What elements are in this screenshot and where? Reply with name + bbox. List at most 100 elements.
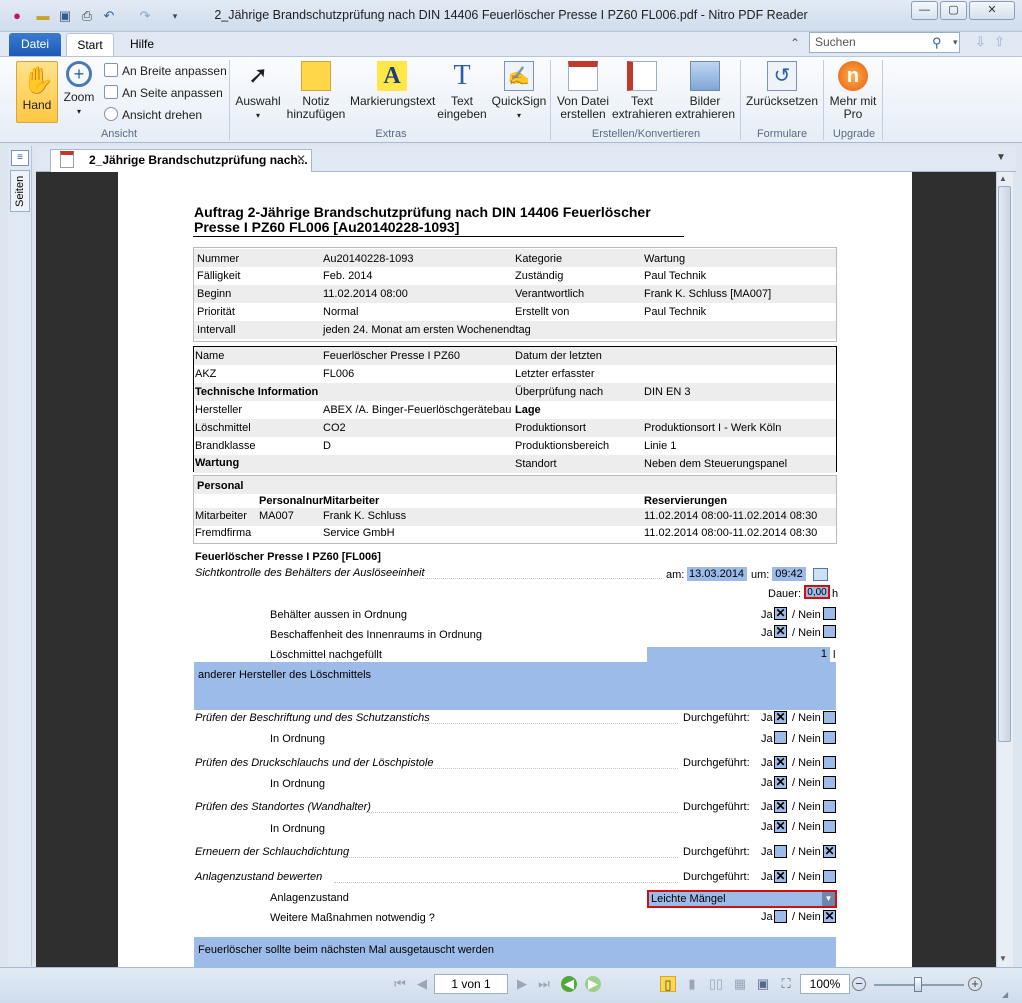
calendar-icon[interactable] — [813, 568, 828, 581]
task-label: Sichtkontrolle des Behälters der Auslöse… — [195, 567, 425, 579]
forward-icon[interactable]: ▶ — [585, 976, 601, 992]
yes-checkbox[interactable]: ✕ — [774, 607, 787, 620]
zoom-in-icon[interactable]: + — [968, 977, 982, 991]
continuous-view-icon[interactable]: ▮ — [684, 976, 700, 992]
pages-panel-icon[interactable]: ≡ — [11, 150, 29, 166]
fullscreen-icon[interactable]: ⛶ — [778, 976, 794, 992]
select-button[interactable]: ➚ Auswahl ▾ — [234, 61, 282, 122]
zoom-out-icon[interactable]: − — [852, 977, 866, 991]
yes-checkbox[interactable] — [774, 910, 787, 923]
extract-images-button[interactable]: Bilder extrahieren — [674, 61, 736, 121]
fit-page-label: An Seite anpassen — [122, 86, 223, 100]
time-field[interactable]: 09:42 — [772, 567, 806, 581]
maximize-button[interactable]: ▢ — [940, 1, 967, 20]
personnel-cell: 11.02.2014 08:00-11.02.2014 08:30 — [644, 510, 818, 522]
document-tab[interactable]: 2_Jährige Brandschutzprüfung nach... — [50, 149, 312, 172]
yes-checkbox[interactable] — [774, 731, 787, 744]
no-checkbox[interactable] — [823, 870, 836, 883]
no-checkbox[interactable] — [823, 756, 836, 769]
remarks-text-area[interactable]: Feuerlöscher sollte beim nächsten Mal au… — [194, 937, 836, 967]
quicksign-button[interactable]: ✍ QuickSign ▾ — [490, 61, 548, 122]
hand-tool-button[interactable]: ✋ Hand — [16, 61, 58, 123]
close-button[interactable]: ✕ — [969, 1, 1015, 20]
fit-page-view-icon[interactable]: ▣ — [755, 976, 771, 992]
condition-select[interactable]: Leichte Mängel — [647, 890, 837, 908]
no-checkbox[interactable] — [823, 625, 836, 638]
yes-checkbox[interactable]: ✕ — [774, 800, 787, 813]
tab-file[interactable]: Datei — [9, 33, 61, 56]
info-value: jeden 24. Monat am ersten Wochenendtag — [323, 324, 531, 336]
duration-field[interactable]: 0,00 — [804, 585, 830, 599]
chevron-down-icon[interactable]: ▼ — [822, 892, 835, 906]
facing-view-icon[interactable]: ▯▯ — [708, 976, 724, 992]
yes-checkbox[interactable]: ✕ — [774, 711, 787, 724]
info-value: Feb. 2014 — [323, 270, 373, 282]
date-field[interactable]: 13.03.2014 — [687, 567, 747, 581]
no-checkbox[interactable]: ✕ — [823, 845, 836, 858]
next-page-icon[interactable]: ▶ — [514, 976, 530, 992]
no-checkbox[interactable] — [823, 800, 836, 813]
search-icon[interactable]: ⚲ — [932, 35, 942, 51]
yes-checkbox[interactable]: ✕ — [774, 776, 787, 789]
zoom-button[interactable]: + Zoom ▾ — [60, 61, 98, 118]
dotted-leader — [334, 882, 678, 883]
asset-label: Löschmittel — [195, 422, 251, 434]
zoom-slider-handle[interactable] — [914, 977, 922, 992]
fit-width-label: An Breite anpassen — [122, 64, 227, 78]
add-note-button[interactable]: Notiz hinzufügen — [284, 61, 348, 121]
scrollbar-thumb[interactable] — [998, 186, 1011, 742]
page-number-field[interactable]: 1 von 1 — [434, 974, 508, 994]
search-prev-icon[interactable]: ⇩ — [975, 34, 986, 50]
back-icon[interactable]: ◀ — [561, 976, 577, 992]
personnel-cell: Service GmbH — [323, 527, 395, 539]
yes-checkbox[interactable]: ✕ — [774, 820, 787, 833]
previous-page-icon[interactable]: ◀ — [414, 976, 430, 992]
yes-checkbox[interactable]: ✕ — [774, 870, 787, 883]
info-label: Verantwortlich — [515, 288, 585, 300]
scroll-up-icon[interactable]: ▲ — [999, 174, 1007, 183]
no-checkbox[interactable] — [823, 607, 836, 620]
no-checkbox[interactable] — [823, 776, 836, 789]
fit-width-button[interactable]: An Breite anpassen — [104, 63, 227, 78]
minimize-button[interactable]: — — [911, 1, 938, 20]
tab-start[interactable]: Start — [66, 33, 114, 57]
yes-checkbox[interactable] — [774, 845, 787, 858]
create-from-file-button[interactable]: Von Datei erstellen — [554, 61, 612, 121]
first-page-icon[interactable]: ⏮ — [392, 976, 408, 992]
refill-amount-field[interactable]: 1 — [647, 647, 830, 662]
yes-checkbox[interactable]: ✕ — [774, 625, 787, 638]
zoom-level-field[interactable]: 100% — [800, 974, 850, 994]
last-page-icon[interactable]: ⏭ — [536, 976, 552, 992]
facing-continuous-view-icon[interactable]: ▦ — [732, 976, 748, 992]
asset-value: Produktionsort I - Werk Köln — [644, 422, 782, 434]
task-label: Erneuern der Schlauchdichtung — [195, 846, 350, 858]
task-label: Anlagenzustand bewerten — [195, 871, 323, 883]
close-tab-icon[interactable]: ✕ — [296, 152, 306, 166]
no-checkbox[interactable] — [823, 711, 836, 724]
tab-help[interactable]: Hilfe — [120, 33, 164, 56]
type-text-button[interactable]: T Text eingeben — [436, 61, 488, 121]
no-checkbox[interactable] — [823, 820, 836, 833]
highlight-text-button[interactable]: A Markierungstext — [350, 61, 435, 108]
extract-text-button[interactable]: Text extrahieren — [612, 61, 672, 121]
no-label: / Nein — [792, 712, 821, 724]
no-checkbox[interactable] — [823, 731, 836, 744]
search-next-icon[interactable]: ⇧ — [994, 34, 1005, 50]
more-with-pro-button[interactable]: n Mehr mit Pro — [828, 61, 878, 121]
extract-images-icon — [690, 61, 720, 91]
resize-grip-icon[interactable]: ◢ — [1002, 990, 1008, 999]
pages-panel-tab[interactable]: Seiten — [10, 170, 30, 212]
fit-page-button[interactable]: An Seite anpassen — [104, 85, 223, 100]
manufacturer-text-area[interactable]: anderer Hersteller des Löschmittels — [194, 662, 836, 710]
info-label: Zuständig — [515, 270, 564, 282]
collapse-ribbon-icon[interactable]: ⌃ — [790, 36, 800, 50]
reset-form-button[interactable]: ↺ Zurücksetzen — [744, 61, 820, 108]
scroll-down-icon[interactable]: ▼ — [999, 954, 1007, 963]
rotate-view-button[interactable]: Ansicht drehen — [104, 107, 202, 122]
asset-label: Produktionsbereich — [515, 440, 610, 452]
yes-checkbox[interactable]: ✕ — [774, 756, 787, 769]
single-page-view-icon[interactable]: ▯ — [660, 976, 676, 992]
search-dropdown-icon[interactable]: ▾ — [953, 37, 958, 48]
tab-list-dropdown-icon[interactable]: ▼ — [996, 152, 1006, 163]
no-checkbox[interactable]: ✕ — [823, 910, 836, 923]
